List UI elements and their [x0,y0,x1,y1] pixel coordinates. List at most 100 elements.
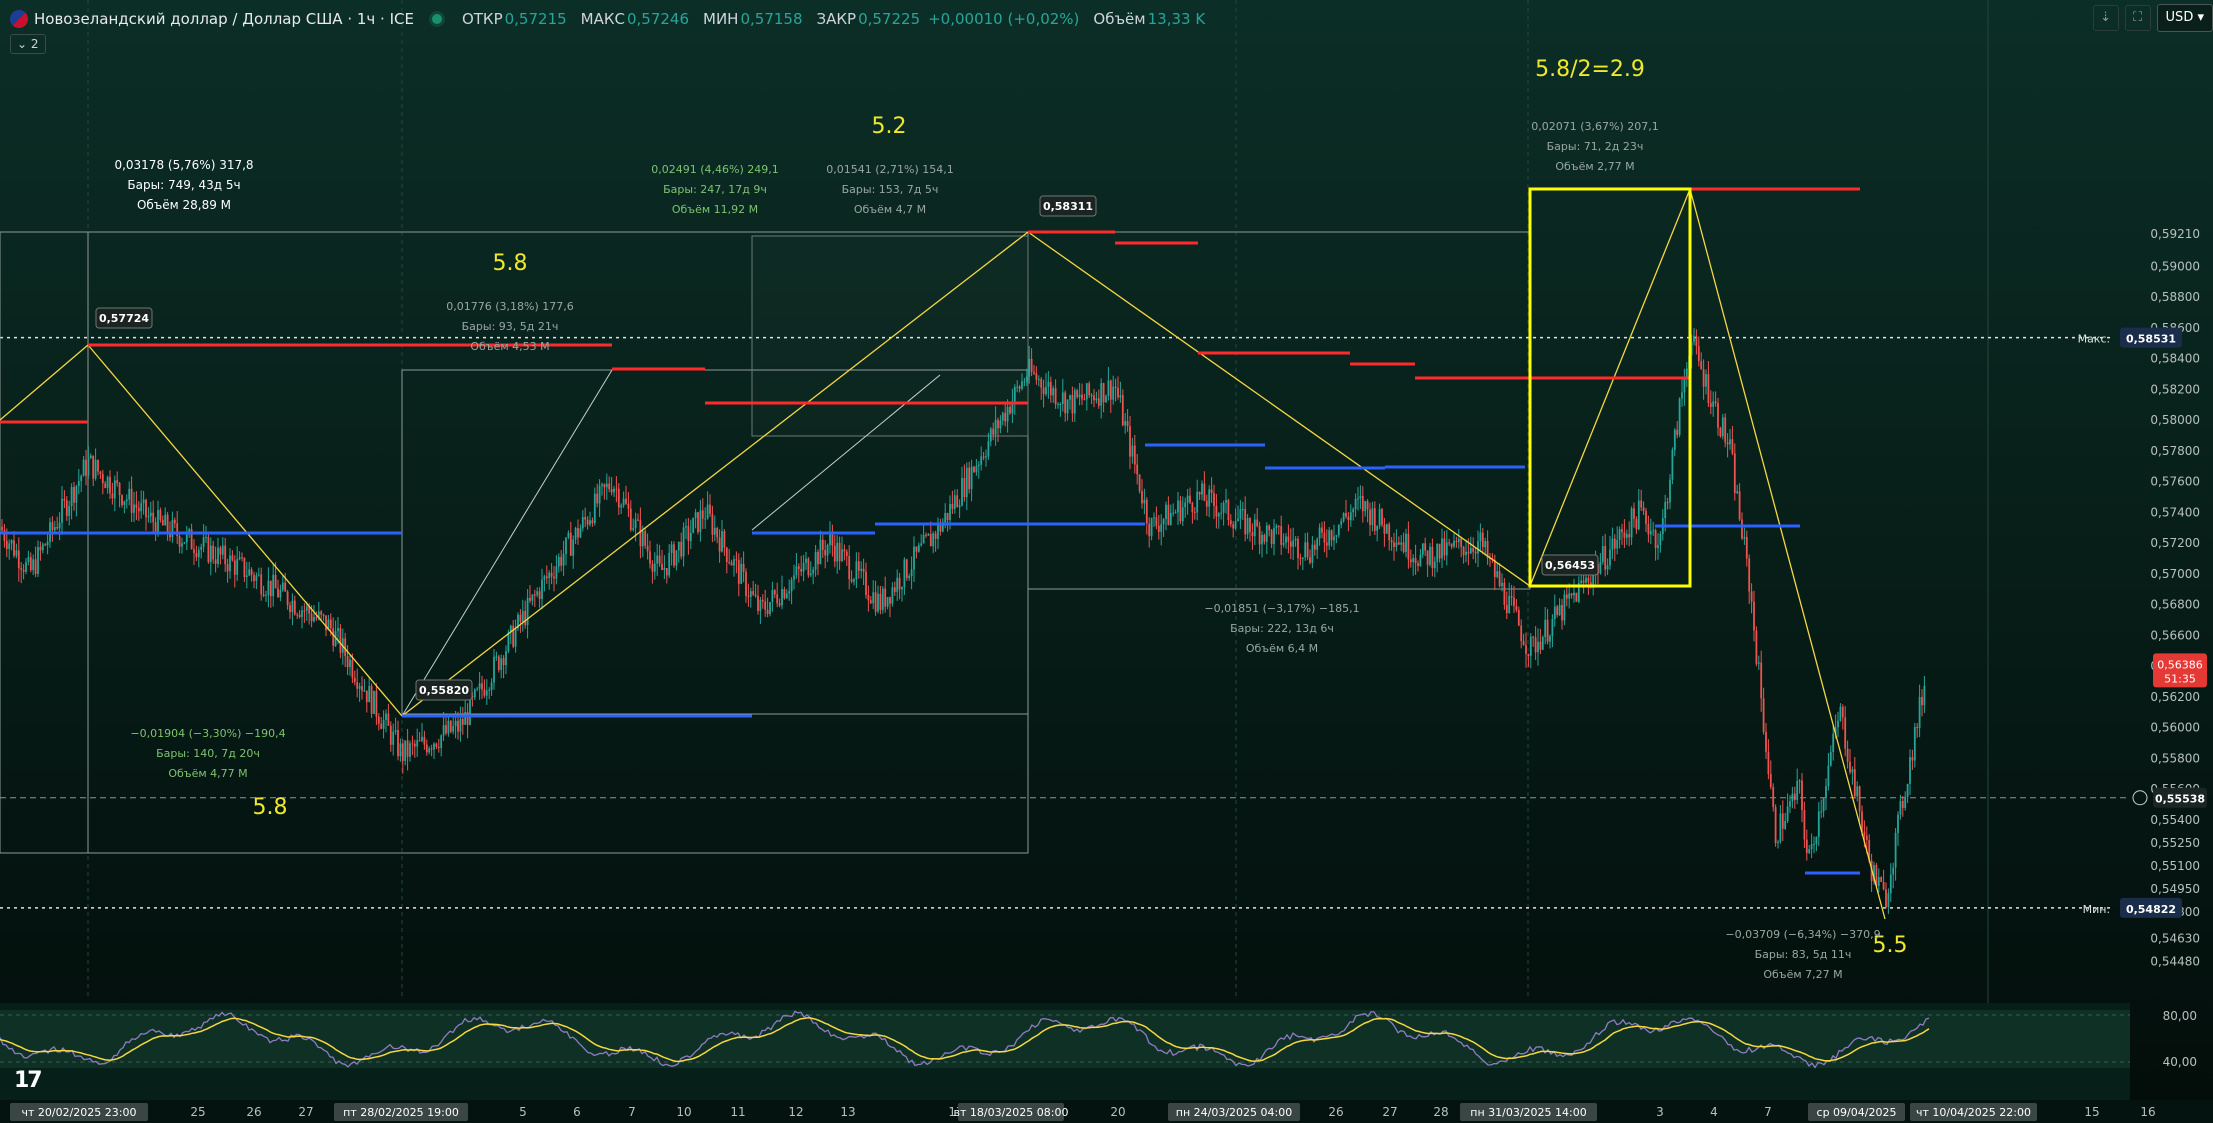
candle-body [1721,417,1724,437]
candle-body [1297,538,1299,559]
candle-body [735,559,738,561]
time-highlight: пн 31/03/2025 14:00 [1470,1106,1586,1119]
candle-body [1652,530,1655,532]
fullscreen-icon[interactable]: ⛶ [2124,5,2151,31]
candle-body [1673,429,1676,451]
candle-body [305,606,308,611]
candle-body [1030,358,1033,372]
candle-body [1513,597,1515,607]
candle-body [1580,580,1583,583]
time-tick: 28 [1433,1105,1448,1119]
candle-body [1714,401,1717,404]
candle-body [1865,835,1868,840]
candle-body [553,576,555,579]
candle-body [1801,780,1803,811]
candle-body [1889,874,1892,894]
candle-body [377,716,380,724]
candle-body [1102,383,1105,403]
candle-body [1433,561,1436,569]
candle-body [973,466,975,473]
candle-body [1107,380,1110,396]
tradingview-logo-icon[interactable]: 17 [14,1068,43,1093]
symbol-title[interactable]: Новозеландский доллар / Доллар США · 1ч … [34,10,414,28]
indicator-count-toggle[interactable]: ⌄ 2 [10,34,46,54]
candle-body [1733,453,1736,494]
candle-body [697,512,699,532]
candle-body [1270,530,1273,544]
candle-body [529,597,531,601]
candle-body [723,531,726,548]
candle-body [526,597,529,626]
candle-body [361,686,363,691]
candle-body [1150,518,1153,537]
candle-body [1561,605,1563,621]
candle-body [1729,439,1731,445]
candle-body [1184,502,1187,508]
candle-body [610,489,613,493]
candle-body [1664,502,1667,519]
candle-body [1145,499,1148,524]
candle-body [262,594,265,596]
candle-body [231,555,234,561]
candle-body [255,575,258,581]
candle-body [1587,577,1590,583]
candle-body [1172,512,1175,514]
currency-select[interactable]: USD ▾ [2156,4,2213,32]
measure-line2: Бары: 749, 43д 5ч [127,178,240,192]
candle-body [1549,636,1551,642]
candle-body [562,553,565,566]
time-highlight: пн 24/03/2025 04:00 [1176,1106,1292,1119]
candle-body [968,467,971,490]
candle-body [289,605,291,613]
candle-body [1575,592,1578,602]
candle-body [865,571,867,596]
candle-body [1241,509,1244,511]
candle-body [1258,526,1261,545]
candle-body [567,532,570,538]
candle-body [608,483,611,490]
candle-body [1563,594,1566,621]
bar-countdown: 51:35 [2164,672,2196,685]
candle-body [320,611,323,615]
candle-body [1909,757,1911,784]
download-icon[interactable]: ⇣ [2092,5,2119,31]
candle-body [166,514,169,532]
candle-body [279,589,282,598]
candle-body [670,544,673,553]
candle-body [51,522,54,531]
candle-body [1294,538,1297,541]
candle-body [370,686,373,714]
candle-body [1337,524,1340,536]
candle-body [92,455,95,479]
price-chart[interactable]: 0,592100,590000,588000,586000,584000,582… [0,0,2213,1123]
candle-body [1904,796,1907,809]
candle-body [1515,606,1518,610]
candle-body [1589,582,1592,585]
candle-body [797,566,800,569]
candle-body [1666,502,1669,504]
candle-body [1124,421,1127,426]
open-value: 0,57215 [504,10,567,28]
candle-body [1565,594,1568,599]
candle-body [159,509,162,520]
candle-body [1179,500,1182,522]
time-tick: 7 [1764,1105,1772,1119]
candle-body [1520,625,1523,642]
candle-body [565,537,567,554]
candle-body [1477,541,1479,554]
chart-stage[interactable]: 0,592100,590000,588000,586000,584000,582… [0,0,2213,1123]
candle-body [1829,751,1832,766]
candle-body [1097,398,1100,406]
candle-body [752,591,755,595]
candle-body [385,713,387,721]
candle-body [737,559,740,584]
candle-body [315,617,318,619]
candle-body [5,540,8,549]
candle-body [1712,401,1715,407]
candle-body [728,561,731,563]
candle-body [1465,551,1467,556]
chart-header: Новозеландский доллар / Доллар США · 1ч … [0,0,2213,38]
candle-body [1261,534,1263,545]
candle-body [1573,592,1575,596]
rsi-tick: 40,00 [2163,1055,2197,1069]
